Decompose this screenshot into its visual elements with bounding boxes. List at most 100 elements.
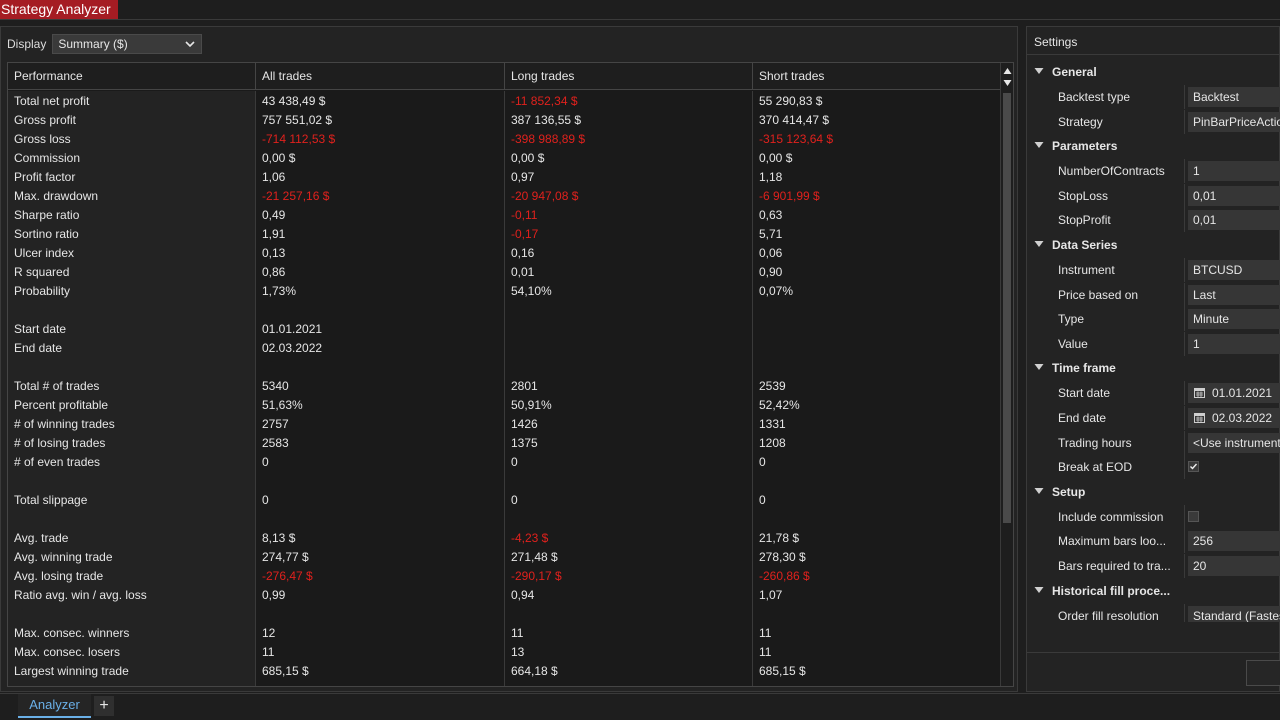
vertical-scrollbar[interactable] bbox=[1000, 63, 1013, 686]
run-button[interactable] bbox=[1246, 660, 1280, 686]
property-divider bbox=[1184, 554, 1185, 578]
property-checkbox[interactable] bbox=[1188, 461, 1199, 473]
column-header-all-trades[interactable]: All trades bbox=[256, 63, 505, 90]
long-trades-value bbox=[505, 472, 753, 491]
settings-property: Strategy PinBarPriceAction bbox=[1027, 109, 1280, 134]
collapse-triangle-icon[interactable] bbox=[1034, 487, 1044, 495]
table-row[interactable]: Ratio avg. win / avg. loss 0,99 0,94 1,07 bbox=[8, 586, 1000, 605]
settings-category[interactable]: General bbox=[1027, 60, 1280, 84]
table-row[interactable]: Total slippage 0 0 0 bbox=[8, 491, 1000, 510]
table-row[interactable] bbox=[8, 605, 1000, 624]
table-row[interactable]: Percent profitable 51,63% 50,91% 52,42% bbox=[8, 396, 1000, 415]
column-header-performance[interactable]: Performance bbox=[8, 63, 256, 90]
table-row[interactable]: Commission 0,00 $ 0,00 $ 0,00 $ bbox=[8, 149, 1000, 168]
table-row[interactable]: Gross loss -714 112,53 $ -398 988,89 $ -315… bbox=[8, 130, 1000, 149]
table-row[interactable]: Sortino ratio 1,91 -0,17 5,71 bbox=[8, 225, 1000, 244]
settings-category[interactable]: Time frame bbox=[1027, 356, 1280, 380]
grid-header: Performance All trades Long trades Short… bbox=[8, 63, 1000, 90]
short-trades-value bbox=[753, 472, 1000, 491]
property-value[interactable]: BTCUSD bbox=[1188, 260, 1280, 280]
scroll-up-icon[interactable] bbox=[1003, 67, 1012, 75]
settings-category[interactable]: Historical fill proce... bbox=[1027, 579, 1280, 603]
window-title: Strategy Analyzer bbox=[0, 0, 118, 19]
property-checkbox[interactable] bbox=[1188, 510, 1199, 522]
collapse-triangle-icon[interactable] bbox=[1034, 240, 1044, 248]
property-date-value[interactable]: 02.03.2022 bbox=[1188, 408, 1280, 428]
property-value[interactable]: Last bbox=[1188, 284, 1280, 305]
property-label: Maximum bars loo... bbox=[1058, 534, 1167, 549]
table-row[interactable] bbox=[8, 510, 1000, 529]
metric-label: Avg. losing trade bbox=[14, 569, 104, 583]
all-trades-value: 0,00 $ bbox=[262, 151, 296, 165]
table-row[interactable]: R squared 0,86 0,01 0,90 bbox=[8, 263, 1000, 282]
display-select[interactable]: Summary ($) bbox=[52, 34, 203, 54]
column-header-long-trades[interactable]: Long trades bbox=[505, 63, 753, 90]
table-row[interactable]: Profit factor 1,06 0,97 1,18 bbox=[8, 168, 1000, 187]
metric-label bbox=[8, 472, 256, 491]
table-row[interactable]: Gross profit 757 551,02 $ 387 136,55 $ 370 … bbox=[8, 111, 1000, 130]
metric-label: Ratio avg. win / avg. loss bbox=[14, 588, 147, 602]
property-value[interactable]: <Use instrument settings> bbox=[1188, 432, 1280, 453]
table-row[interactable]: Max. consec. winners 12 11 11 bbox=[8, 624, 1000, 643]
table-row[interactable]: # of even trades 0 0 0 bbox=[8, 453, 1000, 472]
long-trades-value: 0,97 bbox=[511, 170, 535, 184]
calendar-icon[interactable] bbox=[1194, 413, 1205, 423]
add-tab-button[interactable]: + bbox=[94, 696, 114, 716]
table-row[interactable] bbox=[8, 472, 1000, 491]
collapse-triangle-icon[interactable] bbox=[1034, 67, 1044, 75]
collapse-triangle-icon[interactable] bbox=[1034, 586, 1044, 594]
table-row[interactable]: Max. consec. losers 11 13 11 bbox=[8, 643, 1000, 662]
scroll-down-icon[interactable] bbox=[1003, 79, 1012, 87]
table-row[interactable]: Ulcer index 0,13 0,16 0,06 bbox=[8, 244, 1000, 263]
property-value[interactable]: 0,01 bbox=[1188, 210, 1280, 231]
table-row[interactable] bbox=[8, 358, 1000, 377]
table-row[interactable]: Probability 1,73% 54,10% 0,07% bbox=[8, 282, 1000, 301]
table-row[interactable]: # of losing trades 2583 1375 1208 bbox=[8, 434, 1000, 453]
table-row[interactable]: Total net profit 43 438,49 $ -11 852,34 $ 5… bbox=[8, 92, 1000, 111]
all-trades-value: 0 bbox=[262, 493, 269, 507]
property-label: NumberOfContracts bbox=[1058, 164, 1165, 179]
column-header-short-trades[interactable]: Short trades bbox=[753, 63, 1000, 90]
display-row: Display Summary ($) bbox=[7, 34, 203, 54]
settings-category[interactable]: Parameters bbox=[1027, 134, 1280, 158]
table-row[interactable]: Max. drawdown -21 257,16 $ -20 947,08 $ -6 … bbox=[8, 187, 1000, 206]
property-value[interactable]: Minute bbox=[1188, 309, 1280, 330]
calendar-icon[interactable] bbox=[1194, 388, 1205, 399]
metric-label: # of winning trades bbox=[14, 417, 115, 431]
collapse-triangle-icon[interactable] bbox=[1034, 363, 1044, 371]
property-value[interactable]: 20 bbox=[1188, 556, 1280, 576]
settings-category[interactable]: Setup bbox=[1027, 480, 1280, 504]
table-row[interactable]: Avg. losing trade -276,47 $ -290,17 $ -260,… bbox=[8, 567, 1000, 586]
all-trades-value: 43 438,49 $ bbox=[262, 94, 326, 108]
settings-property: Backtest type Backtest bbox=[1027, 85, 1280, 109]
table-row[interactable]: Avg. winning trade 274,77 $ 271,48 $ 278,30… bbox=[8, 548, 1000, 567]
long-trades-value: 11 bbox=[511, 626, 524, 640]
table-row[interactable] bbox=[8, 301, 1000, 320]
long-trades-value: -290,17 $ bbox=[511, 569, 562, 583]
table-row[interactable]: Total # of trades 5340 2801 2539 bbox=[8, 377, 1000, 396]
table-row[interactable]: End date 02.03.2022 bbox=[8, 339, 1000, 358]
table-row[interactable]: # of winning trades 2757 1426 1331 bbox=[8, 415, 1000, 434]
property-value[interactable]: 1 bbox=[1188, 333, 1280, 354]
all-trades-value: 1,91 bbox=[262, 227, 286, 241]
property-label: Value bbox=[1058, 336, 1088, 351]
settings-category[interactable]: Data Series bbox=[1027, 233, 1280, 257]
property-value[interactable]: 0,01 bbox=[1188, 185, 1280, 206]
property-value[interactable]: PinBarPriceAction bbox=[1188, 111, 1280, 132]
scrollbar-thumb[interactable] bbox=[1003, 93, 1011, 523]
long-trades-value: -398 988,89 $ bbox=[511, 132, 586, 146]
title-bar: Strategy Analyzer bbox=[0, 0, 1280, 20]
tab-analyzer[interactable]: Analyzer bbox=[18, 694, 91, 718]
property-value[interactable]: Standard (Fastest) bbox=[1188, 605, 1280, 622]
metric-label: Probability bbox=[14, 284, 71, 298]
collapse-triangle-icon[interactable] bbox=[1034, 141, 1044, 149]
property-value[interactable]: 256 bbox=[1188, 531, 1280, 552]
short-trades-value bbox=[753, 301, 1000, 320]
property-value[interactable]: 1 bbox=[1188, 161, 1280, 182]
table-row[interactable]: Avg. trade 8,13 $ -4,23 $ 21,78 $ bbox=[8, 529, 1000, 548]
property-value[interactable]: Backtest bbox=[1188, 87, 1280, 107]
table-row[interactable]: Sharpe ratio 0,49 -0,11 0,63 bbox=[8, 206, 1000, 225]
property-date-value[interactable]: 01.01.2021 bbox=[1188, 383, 1280, 404]
table-row[interactable]: Largest winning trade 685,15 $ 664,18 $ 685… bbox=[8, 662, 1000, 681]
table-row[interactable]: Start date 01.01.2021 bbox=[8, 320, 1000, 339]
